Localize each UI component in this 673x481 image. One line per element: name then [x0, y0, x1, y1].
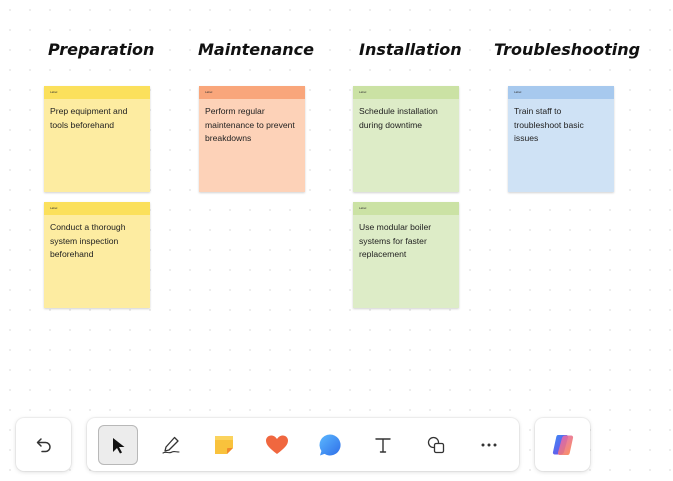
- undo-panel: [16, 418, 71, 471]
- comment-tool-button[interactable]: [310, 425, 350, 465]
- main-toolbar: [87, 418, 519, 471]
- text-icon: [374, 437, 391, 453]
- shapes-icon: [427, 436, 444, 453]
- comment-icon: [319, 433, 341, 455]
- note-header: Label: [44, 86, 150, 99]
- note-text: Use modular boiler systems for faster re…: [359, 222, 432, 259]
- column-title-maintenance: Maintenance: [198, 40, 315, 59]
- sticky-note-tool-button[interactable]: [204, 425, 244, 465]
- note-header: Label: [44, 202, 150, 215]
- sticky-note[interactable]: Label Perform regular maintenance to pre…: [199, 86, 305, 192]
- note-text: Schedule installation during downtime: [359, 106, 438, 130]
- copilot-panel: [535, 418, 590, 471]
- more-tools-button[interactable]: [469, 425, 509, 465]
- note-header: Label: [508, 86, 614, 99]
- select-pointer-icon: [112, 437, 124, 453]
- note-header: Label: [353, 86, 459, 99]
- note-text: Train staff to troubleshoot basic issues: [514, 106, 584, 143]
- note-text: Perform regular maintenance to prevent b…: [205, 106, 295, 143]
- note-tag: Label: [359, 206, 367, 210]
- reaction-tool-button[interactable]: [257, 425, 297, 465]
- copilot-icon: [552, 434, 573, 455]
- column-title-installation: Installation: [359, 40, 462, 59]
- note-header: Label: [353, 202, 459, 215]
- sticky-note[interactable]: Label Conduct a thorough system inspecti…: [44, 202, 150, 308]
- pen-icon: [161, 436, 180, 454]
- note-tag: Label: [514, 90, 522, 94]
- sticky-note-icon: [214, 435, 233, 454]
- text-tool-button[interactable]: [363, 425, 403, 465]
- sticky-note[interactable]: Label Train staff to troubleshoot basic …: [508, 86, 614, 192]
- more-icon: [481, 443, 496, 446]
- select-tool-button[interactable]: [97, 424, 138, 465]
- reaction-heart-icon: [265, 435, 288, 454]
- note-text: Prep equipment and tools beforehand: [50, 106, 128, 130]
- note-header: Label: [199, 86, 305, 99]
- note-tag: Label: [359, 90, 367, 94]
- column-title-preparation: Preparation: [48, 40, 155, 59]
- pen-tool-button[interactable]: [151, 425, 191, 465]
- sticky-note[interactable]: Label Prep equipment and tools beforehan…: [44, 86, 150, 192]
- note-text: Conduct a thorough system inspection bef…: [50, 222, 126, 259]
- shapes-tool-button[interactable]: [416, 425, 456, 465]
- note-tag: Label: [205, 90, 213, 94]
- copilot-button[interactable]: [543, 425, 583, 465]
- sticky-note[interactable]: Label Schedule installation during downt…: [353, 86, 459, 192]
- sticky-note[interactable]: Label Use modular boiler systems for fas…: [353, 202, 459, 308]
- note-tag: Label: [50, 90, 58, 94]
- undo-icon: [36, 437, 51, 452]
- undo-button[interactable]: [24, 425, 64, 465]
- column-title-troubleshooting: Troubleshooting: [494, 40, 641, 59]
- note-tag: Label: [50, 206, 58, 210]
